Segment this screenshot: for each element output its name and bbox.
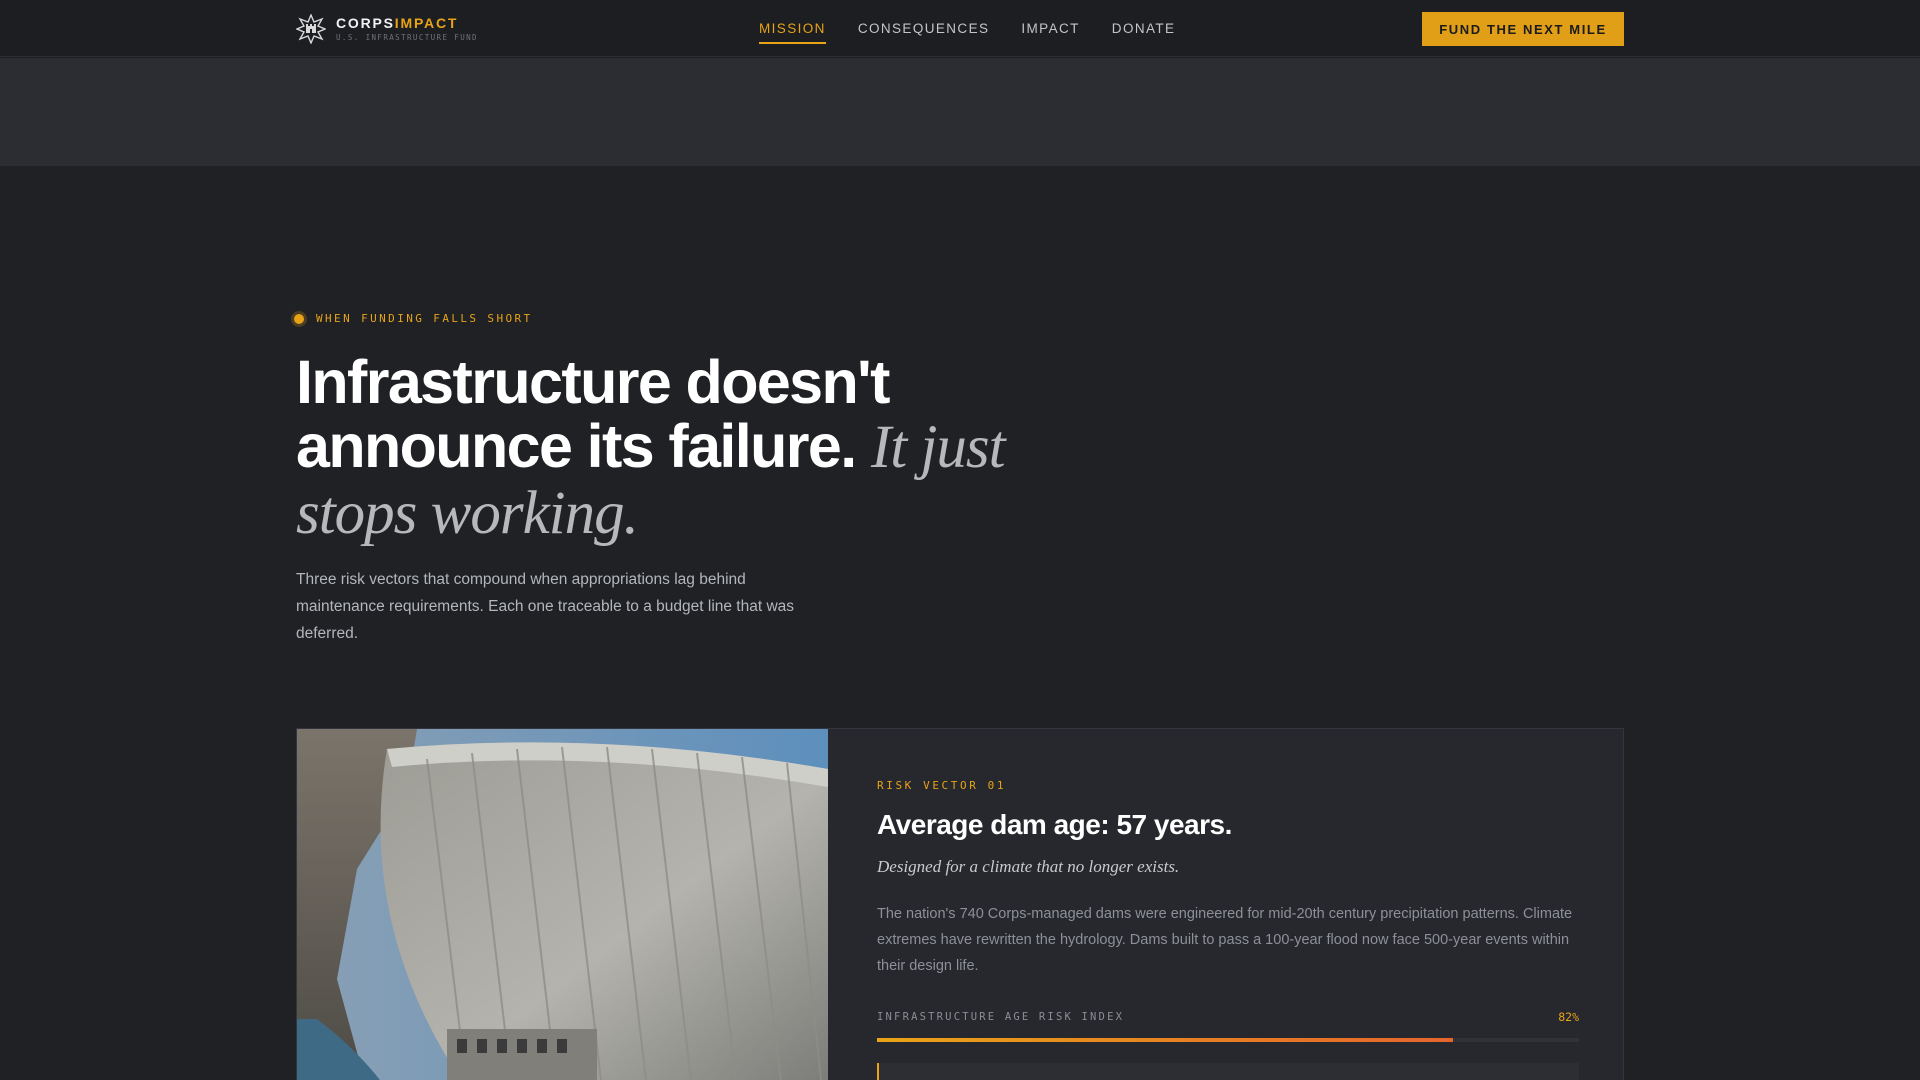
risk-vector-card: RISK VECTOR 01 Average dam age: 57 years… [296, 728, 1624, 1080]
brand-name-primary: CORPS [336, 15, 395, 32]
risk-index-label: INFRASTRUCTURE AGE RISK INDEX [877, 1011, 1125, 1023]
nav-item-impact[interactable]: IMPACT [1021, 13, 1079, 44]
hero-title: Infrastructure doesn't announce its fail… [296, 350, 1056, 546]
risk-index-meter-fill [877, 1038, 1453, 1042]
brand-logo-link[interactable]: CORPSIMPACT U.S. INFRASTRUCTURE FUND [296, 13, 478, 45]
risk-card-subtitle: Designed for a climate that no longer ex… [877, 857, 1180, 876]
brand-wordmark: CORPSIMPACT U.S. INFRASTRUCTURE FUND [336, 16, 478, 42]
nav-item-mission[interactable]: MISSION [759, 13, 826, 44]
hero-eyebrow: WHEN FUNDING FALLS SHORT [294, 312, 533, 325]
corps-castle-emblem-icon [296, 14, 326, 44]
hero-title-plain: Infrastructure doesn't announce its fail… [296, 348, 890, 480]
risk-card-body-text: The nation's 740 Corps-managed dams were… [877, 906, 1573, 974]
nav-item-donate[interactable]: DONATE [1112, 13, 1176, 44]
hero-description: Three risk vectors that compound when ap… [296, 571, 795, 642]
risk-index-value: 82% [1558, 1010, 1579, 1024]
next-content-panel [877, 1063, 1579, 1080]
top-navigation-bar: CORPSIMPACT U.S. INFRASTRUCTURE FUND MIS… [0, 0, 1920, 57]
banner-band [0, 58, 1920, 166]
nav-item-consequences[interactable]: CONSEQUENCES [858, 13, 990, 44]
brand-name-accent: IMPACT [394, 15, 459, 32]
status-dot-icon [294, 313, 304, 324]
brand-name: CORPSIMPACT [336, 16, 478, 30]
risk-card-title: Average dam age: 57 years. [877, 809, 1232, 840]
brand-subtitle: U.S. INFRASTRUCTURE FUND [336, 33, 478, 43]
concrete-dam-photo-icon [297, 729, 828, 1080]
hero-eyebrow-text: WHEN FUNDING FALLS SHORT [316, 312, 533, 325]
fund-next-mile-button[interactable]: FUND THE NEXT MILE [1422, 12, 1624, 46]
risk-index-meter [877, 1038, 1579, 1042]
main-nav: MISSION CONSEQUENCES IMPACT DONATE [759, 0, 1175, 57]
risk-vector-label: RISK VECTOR 01 [877, 779, 1007, 792]
dam-photo [297, 729, 828, 1080]
